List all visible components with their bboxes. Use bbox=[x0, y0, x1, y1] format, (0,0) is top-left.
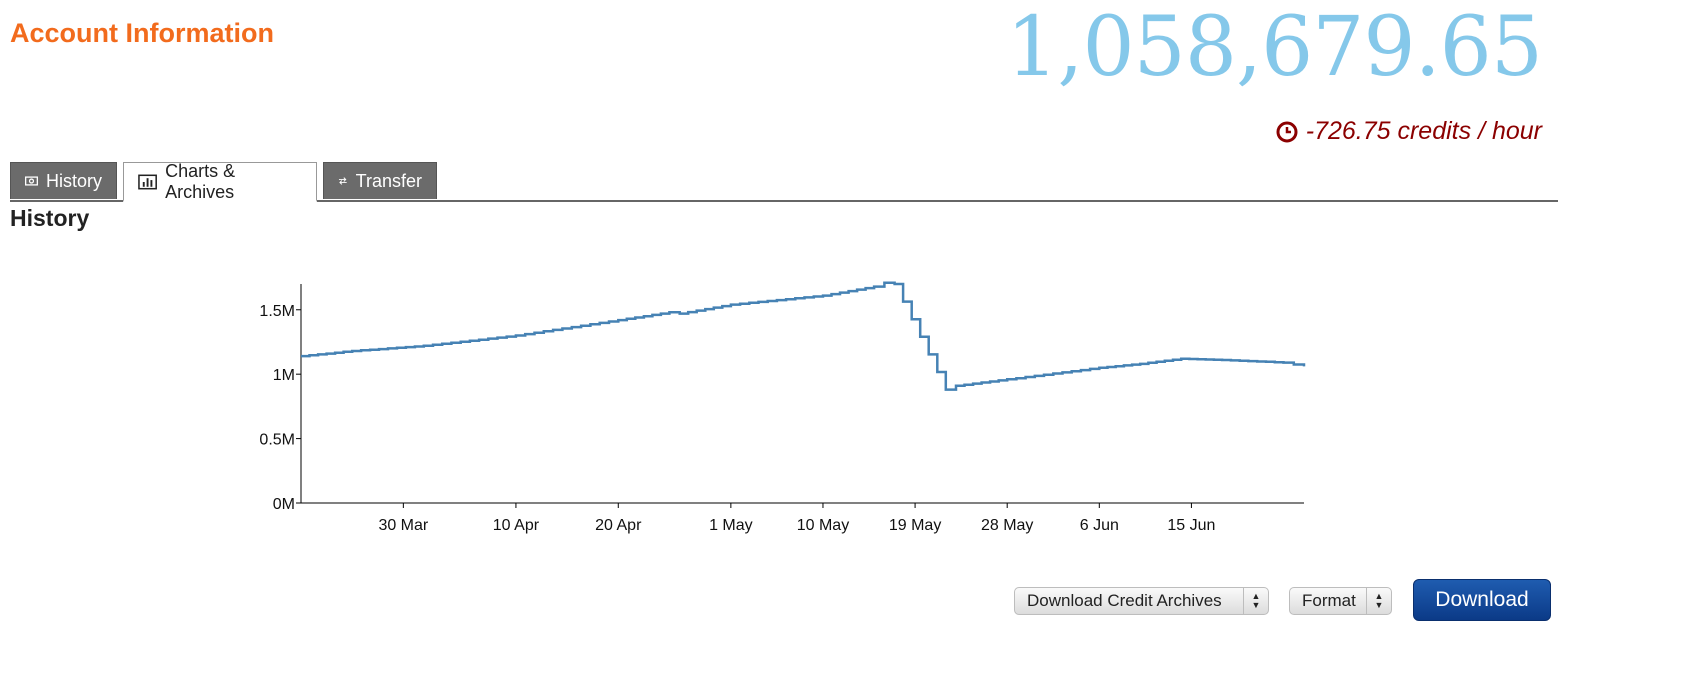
select-arrows-icon: ▲ ▼ bbox=[1243, 588, 1268, 614]
download-button[interactable]: Download bbox=[1413, 579, 1551, 621]
x-tick-label: 15 Jun bbox=[1167, 517, 1215, 534]
x-tick-label: 19 May bbox=[889, 517, 941, 534]
x-tick-label: 30 Mar bbox=[378, 517, 428, 534]
history-series-line bbox=[301, 281, 1306, 391]
y-tick-label: 0.5M bbox=[259, 432, 295, 449]
archive-select-value: Download Credit Archives bbox=[1027, 591, 1222, 610]
archive-select[interactable]: Download Credit Archives ▲ ▼ bbox=[1014, 587, 1269, 615]
x-tick-label: 1 May bbox=[709, 517, 753, 534]
x-tick-label: 28 May bbox=[981, 517, 1033, 534]
format-select-value: Format bbox=[1302, 591, 1356, 610]
x-tick-label: 10 Apr bbox=[493, 517, 540, 534]
x-tick-label: 10 May bbox=[797, 517, 849, 534]
y-tick-label: 1M bbox=[273, 367, 295, 384]
y-tick-label: 0M bbox=[273, 496, 295, 513]
x-tick-label: 6 Jun bbox=[1080, 517, 1119, 534]
x-tick-label: 20 Apr bbox=[595, 517, 642, 534]
history-chart: 0M 0.5M 1M 1.5M 30 Mar 10 Apr 20 Apr 1 May 10 Ma… bbox=[259, 281, 1306, 534]
format-select[interactable]: Format ▲ ▼ bbox=[1289, 587, 1392, 615]
select-arrows-icon: ▲ ▼ bbox=[1366, 588, 1391, 614]
y-tick-label: 1.5M bbox=[259, 303, 295, 320]
